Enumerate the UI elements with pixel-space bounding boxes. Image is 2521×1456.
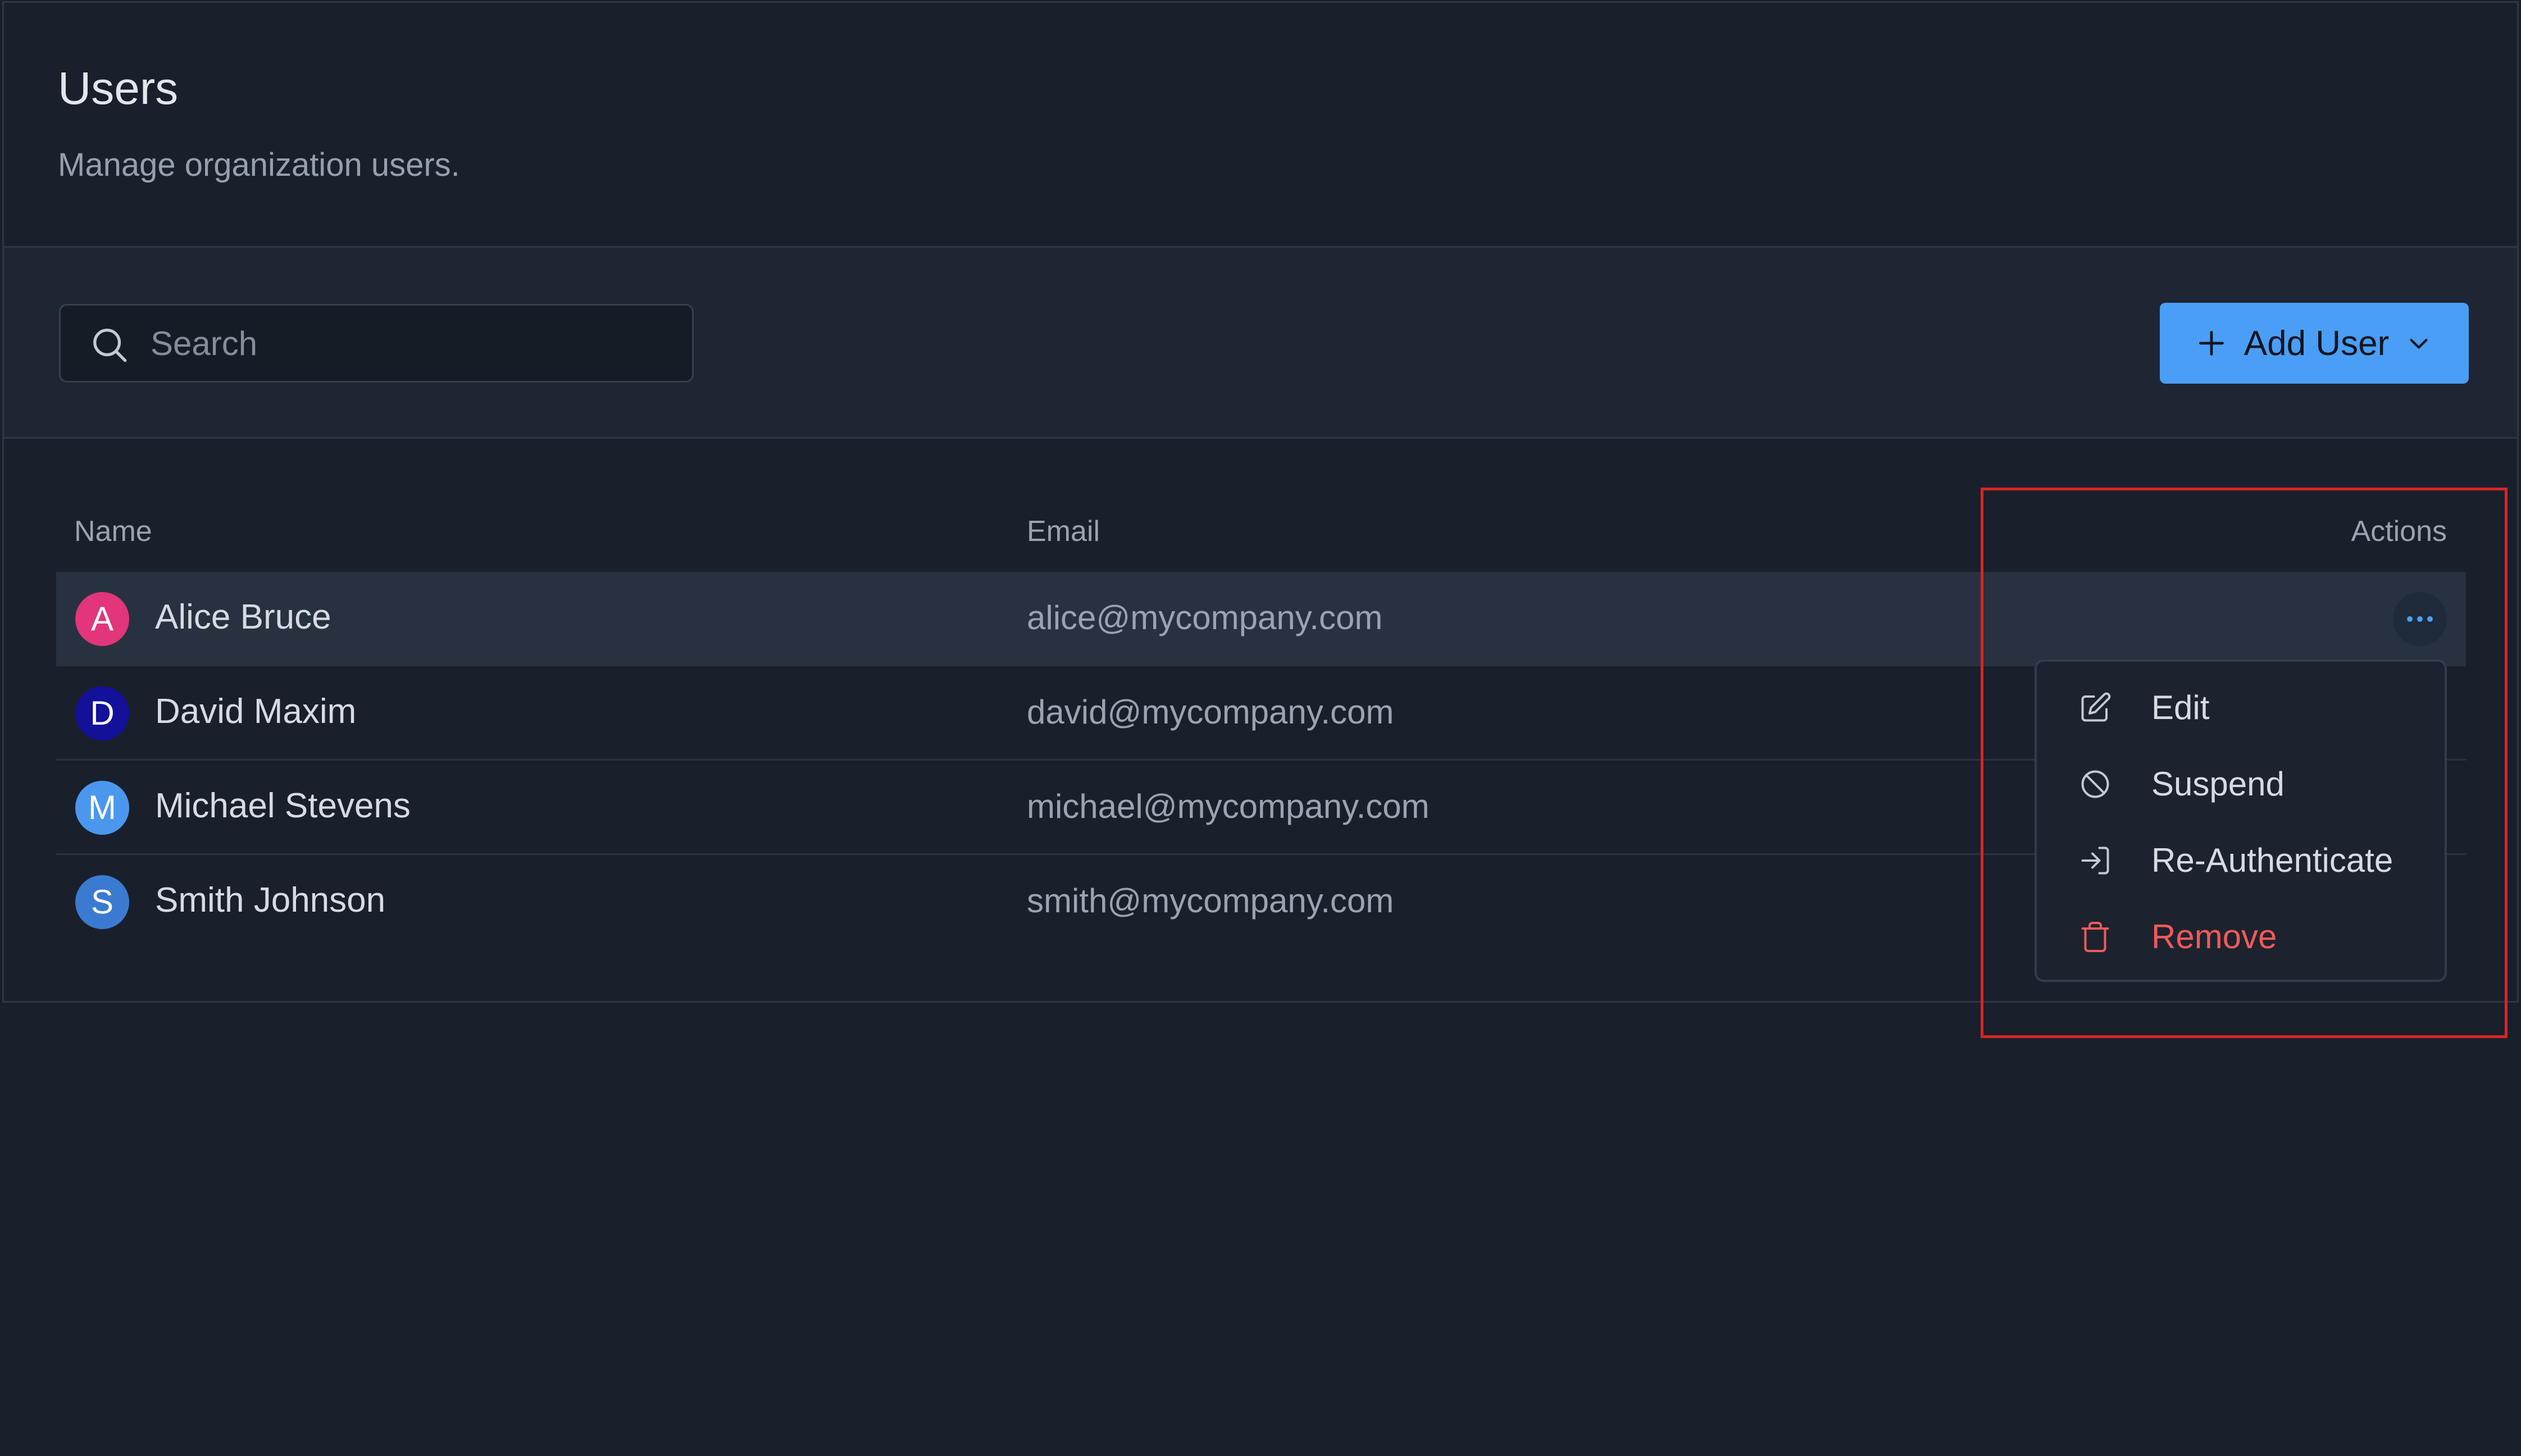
search-icon bbox=[93, 329, 127, 362]
row-actions-button[interactable] bbox=[2393, 592, 2447, 646]
menu-item-label: Edit bbox=[2151, 689, 2210, 726]
menu-item-label: Remove bbox=[2151, 918, 2277, 956]
menu-item-label: Re-Authenticate bbox=[2151, 841, 2393, 879]
add-user-button[interactable]: Add User bbox=[2160, 303, 2469, 384]
page-subtitle: Manage organization users. bbox=[58, 147, 460, 183]
user-name: David Maxim bbox=[155, 692, 357, 731]
user-name: Michael Stevens bbox=[155, 786, 411, 825]
column-header-email[interactable]: Email bbox=[1027, 517, 1100, 546]
menu-item-re-authenticate[interactable]: Re-Authenticate bbox=[2037, 827, 2445, 894]
table-row[interactable]: A Alice Bruce alice@mycompany.com bbox=[56, 572, 2466, 666]
pencil-square-icon bbox=[2081, 692, 2111, 722]
user-email: alice@mycompany.com bbox=[1027, 599, 1383, 636]
page-title: Users bbox=[58, 63, 179, 114]
menu-item-edit[interactable]: Edit bbox=[2037, 674, 2445, 741]
row-actions-menu: Edit Suspend Re-Authenticate Remove bbox=[2035, 659, 2447, 982]
menu-item-label: Suspend bbox=[2151, 765, 2285, 803]
plus-icon bbox=[2199, 331, 2224, 356]
page-header: Users Manage organization users. bbox=[4, 3, 2517, 248]
avatar: D bbox=[75, 686, 129, 740]
search-box[interactable] bbox=[59, 304, 694, 383]
user-name: Smith Johnson bbox=[155, 881, 386, 920]
menu-item-suspend[interactable]: Suspend bbox=[2037, 750, 2445, 818]
ellipsis-icon bbox=[2407, 616, 2433, 622]
menu-item-remove[interactable]: Remove bbox=[2037, 903, 2445, 971]
search-input[interactable] bbox=[151, 306, 679, 381]
ban-icon bbox=[2081, 770, 2109, 798]
user-email: smith@mycompany.com bbox=[1027, 882, 1394, 920]
user-name: Alice Bruce bbox=[155, 598, 331, 636]
login-arrow-icon bbox=[2081, 847, 2109, 875]
chevron-down-icon bbox=[2410, 339, 2428, 349]
user-email: david@mycompany.com bbox=[1027, 693, 1394, 731]
avatar: A bbox=[75, 592, 129, 646]
avatar: S bbox=[75, 875, 129, 929]
user-email: michael@mycompany.com bbox=[1027, 788, 1430, 825]
avatar: M bbox=[75, 781, 129, 835]
column-header-actions: Actions bbox=[2351, 515, 2447, 548]
column-header-name[interactable]: Name bbox=[74, 517, 152, 546]
trash-icon bbox=[2081, 922, 2109, 952]
add-user-label: Add User bbox=[2244, 324, 2390, 363]
toolbar: Add User bbox=[4, 248, 2517, 439]
